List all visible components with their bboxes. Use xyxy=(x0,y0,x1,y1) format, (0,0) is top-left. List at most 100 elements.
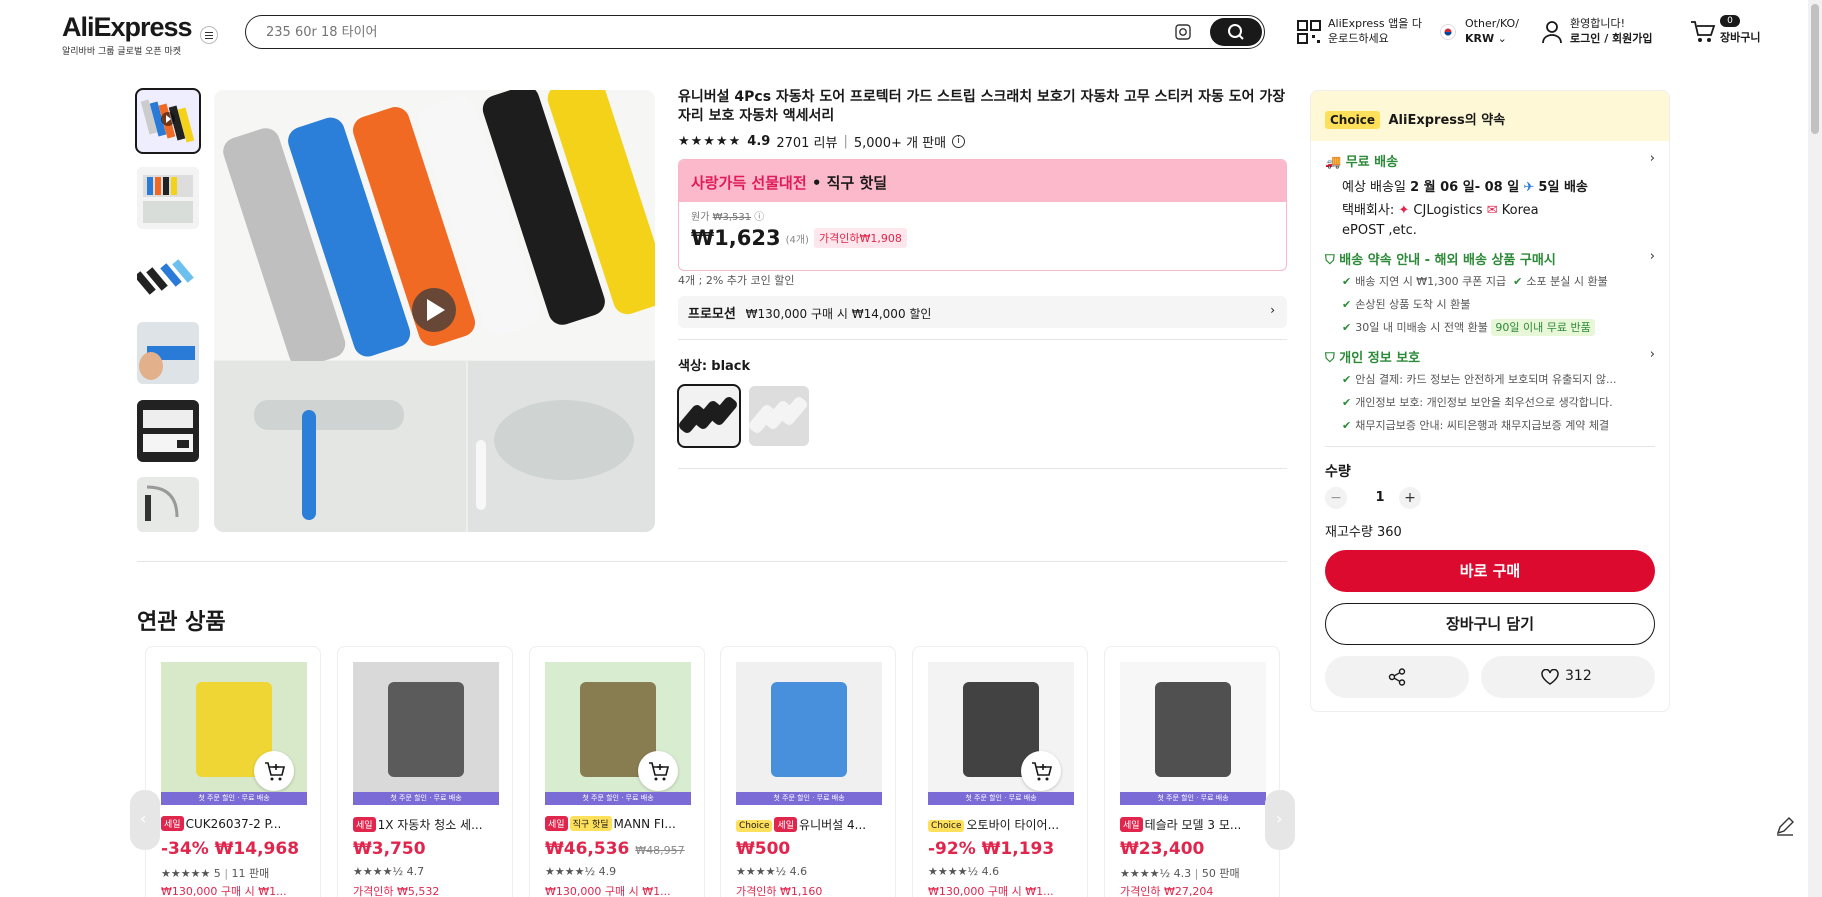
add-to-cart-quick-button[interactable] xyxy=(254,751,294,791)
related-product-card[interactable]: 첫 주문 할인 · 무료 배송 Choice 세일 유니버설 4... ₩500 ★… xyxy=(720,646,896,897)
check-icon: ✔ xyxy=(1513,275,1523,288)
add-to-cart-quick-button[interactable] xyxy=(1021,751,1061,791)
increase-button[interactable]: + xyxy=(1399,487,1421,509)
original-price-value: ₩3,531 xyxy=(712,212,752,223)
page-scrollbar[interactable] xyxy=(1808,0,1822,897)
logo-text: AliExpress xyxy=(62,12,193,42)
info-icon[interactable]: i xyxy=(952,135,966,148)
carousel-next-button[interactable]: › xyxy=(1265,790,1295,850)
coin-discount-text: 4개 ; 2% 추가 코인 할인 xyxy=(678,274,795,287)
free-shipping-section[interactable]: 🚚 무료 배송 › 예상 배송일 2 월 06 일- 08 일 ✈ 5일 배송 … xyxy=(1325,151,1655,241)
check-icon: ✔ xyxy=(1342,321,1352,334)
rating-text: ★★★★½ 4.9 xyxy=(545,865,617,878)
add-to-cart-button[interactable]: 장바구니 담기 xyxy=(1325,603,1655,645)
add-to-cart-quick-button[interactable] xyxy=(638,751,678,791)
delivery-days: 5일 배송 xyxy=(1538,180,1588,195)
stock-text: 재고수량 360 xyxy=(1325,525,1402,540)
guarantee-title: 배송 약속 안내 - 해외 배송 상품 구매시 xyxy=(1339,253,1556,268)
info-icon[interactable]: ⓘ xyxy=(754,212,764,223)
color-swatch-white[interactable] xyxy=(749,386,809,446)
delivery-dates: 2 월 06 일- 08 일 xyxy=(1410,180,1520,195)
edit-feedback-icon[interactable] xyxy=(1772,813,1798,839)
choice-text: AliExpress의 약속 xyxy=(1388,113,1506,128)
product-sold: 11 판매 xyxy=(231,867,270,880)
cart-icon[interactable] xyxy=(1690,20,1716,44)
app-download-link[interactable]: AliExpress 앱을 다 운로드하세요 xyxy=(1328,16,1422,46)
chevron-down-icon: ⌄ xyxy=(1497,32,1507,45)
camera-search-icon[interactable] xyxy=(1174,23,1192,41)
product-tag: 세일 xyxy=(161,816,184,831)
related-product-card[interactable]: 첫 주문 할인 · 무료 배송 세일 직구 핫딜 MANN FI... ₩46,53… xyxy=(529,646,705,897)
carousel-prev-button[interactable]: ‹ xyxy=(130,790,160,850)
main-product-image[interactable] xyxy=(214,90,655,532)
related-product-rating: ★★★★½ 4.6 xyxy=(928,865,999,878)
app-download-line1: AliExpress 앱을 다 xyxy=(1328,17,1422,30)
qr-code-icon[interactable] xyxy=(1297,20,1321,44)
aliexpress-logo[interactable]: AliExpress 알리바바 그룹 글로벌 오픈 마켓 xyxy=(62,12,193,57)
product-name-text: 유니버설 4... xyxy=(799,818,867,832)
rating-value: 4.9 xyxy=(747,134,771,149)
cart-label[interactable]: 장바구니 xyxy=(1720,30,1760,45)
review-count[interactable]: 2701 리뷰 xyxy=(776,132,837,151)
cart-plus-icon xyxy=(1032,762,1053,781)
search-input[interactable] xyxy=(266,22,1146,42)
promotion-text: ₩130,000 구매 시 ₩14,000 할인 xyxy=(745,307,932,321)
region-text: Other/KO/ xyxy=(1465,17,1519,30)
related-product-card[interactable]: 첫 주문 할인 · 무료 배송 Choice 오토바이 타이어... -92% ₩… xyxy=(912,646,1088,897)
old-price: ₩48,957 xyxy=(635,844,685,857)
chevron-right-icon: › xyxy=(1649,347,1655,362)
first-order-strip: 첫 주문 할인 · 무료 배송 xyxy=(353,792,499,805)
promotion-row[interactable]: 프로모션 ₩130,000 구매 시 ₩14,000 할인 › xyxy=(678,296,1287,328)
promotion-label: 프로모션 xyxy=(688,307,736,322)
thumbnail-5[interactable] xyxy=(137,400,199,462)
chevron-right-icon: › xyxy=(1276,809,1283,828)
thumbnail-2[interactable] xyxy=(137,167,199,229)
wishlist-button[interactable]: 312 xyxy=(1481,656,1655,698)
separator: | xyxy=(843,134,848,149)
purchase-panel: Choice AliExpress의 약속 🚚 무료 배송 › 예상 배송일 2… xyxy=(1310,90,1670,712)
truck-icon: 🚚 xyxy=(1325,155,1342,170)
quantity-value[interactable]: 1 xyxy=(1365,490,1395,505)
color-label-text: 색상: xyxy=(678,359,708,374)
related-product-rating: ★★★★★ 5 | 11 판매 xyxy=(161,865,269,881)
welcome-text: 환영합니다! xyxy=(1570,17,1626,30)
price-text: -92% ₩1,193 xyxy=(928,839,1055,859)
rating-text: ★★★★½ 4.6 xyxy=(928,865,1000,878)
rating-row: ★★★★★ 4.9 2701 리뷰 | 5,000+ 개 판매 i xyxy=(678,132,966,151)
check-icon: ✔ xyxy=(1342,275,1352,288)
check-icon: ✔ xyxy=(1342,419,1352,432)
thumbnail-6[interactable] xyxy=(137,477,199,532)
scrollbar-thumb[interactable] xyxy=(1811,4,1819,134)
related-product-card[interactable]: 첫 주문 할인 · 무료 배송 세일 1X 자동차 청소 세... ₩3,750 … xyxy=(337,646,513,897)
delivery-guarantee-section[interactable]: ⛉ 배송 약속 안내 - 해외 배송 상품 구매시 › ✔ 배송 지연 시 ₩1,… xyxy=(1325,249,1655,339)
related-product-card[interactable]: 첫 주문 할인 · 무료 배송 세일 테슬라 모델 3 모... ₩23,400 … xyxy=(1104,646,1280,897)
first-order-strip: 첫 주문 할인 · 무료 배송 xyxy=(161,792,307,805)
decrease-button[interactable]: − xyxy=(1325,487,1347,509)
heart-icon xyxy=(1541,669,1559,685)
thumbnail-list xyxy=(135,88,201,532)
divider xyxy=(137,561,1287,562)
search-button[interactable] xyxy=(1210,18,1262,46)
region-currency-selector[interactable]: Other/KO/ KRW ⌄ xyxy=(1465,16,1519,46)
color-swatch-black[interactable] xyxy=(677,384,741,448)
related-product-card[interactable]: 첫 주문 할인 · 무료 배송 세일 CUK26037-2 P... -34% ₩… xyxy=(145,646,321,897)
related-product-promo: ₩130,000 구매 시 ₩1... xyxy=(161,885,287,897)
banner-highlight: 사랑가득 선물대전 xyxy=(691,174,807,192)
separator: | xyxy=(224,867,229,880)
related-product-name: Choice 세일 유니버설 4... xyxy=(736,816,886,833)
user-icon[interactable] xyxy=(1541,20,1563,44)
thumbnail-1[interactable] xyxy=(135,88,201,154)
buy-now-button[interactable]: 바로 구매 xyxy=(1325,550,1655,592)
thumbnail-4[interactable] xyxy=(137,322,199,384)
login-link[interactable]: 환영합니다! 로그인 / 회원가입 xyxy=(1570,16,1653,46)
share-button[interactable] xyxy=(1325,656,1469,698)
delivery-estimate-label: 예상 배송일 xyxy=(1342,180,1406,195)
privacy-section[interactable]: ⛉ 개인 정보 보호 › ✔ 안심 결제: 카드 정보는 안전하게 보호되며 유출… xyxy=(1325,347,1655,437)
menu-icon[interactable] xyxy=(200,26,218,44)
thumbnail-3[interactable] xyxy=(137,245,199,307)
original-price-label: 원가 xyxy=(691,212,710,223)
guarantee-item: 소포 분실 시 환불 xyxy=(1526,275,1608,288)
thumbnail-image xyxy=(137,90,199,152)
current-price-row: ₩1,623 (4개) 가격인하₩1,908 xyxy=(691,226,1274,250)
color-value: black xyxy=(711,359,751,374)
